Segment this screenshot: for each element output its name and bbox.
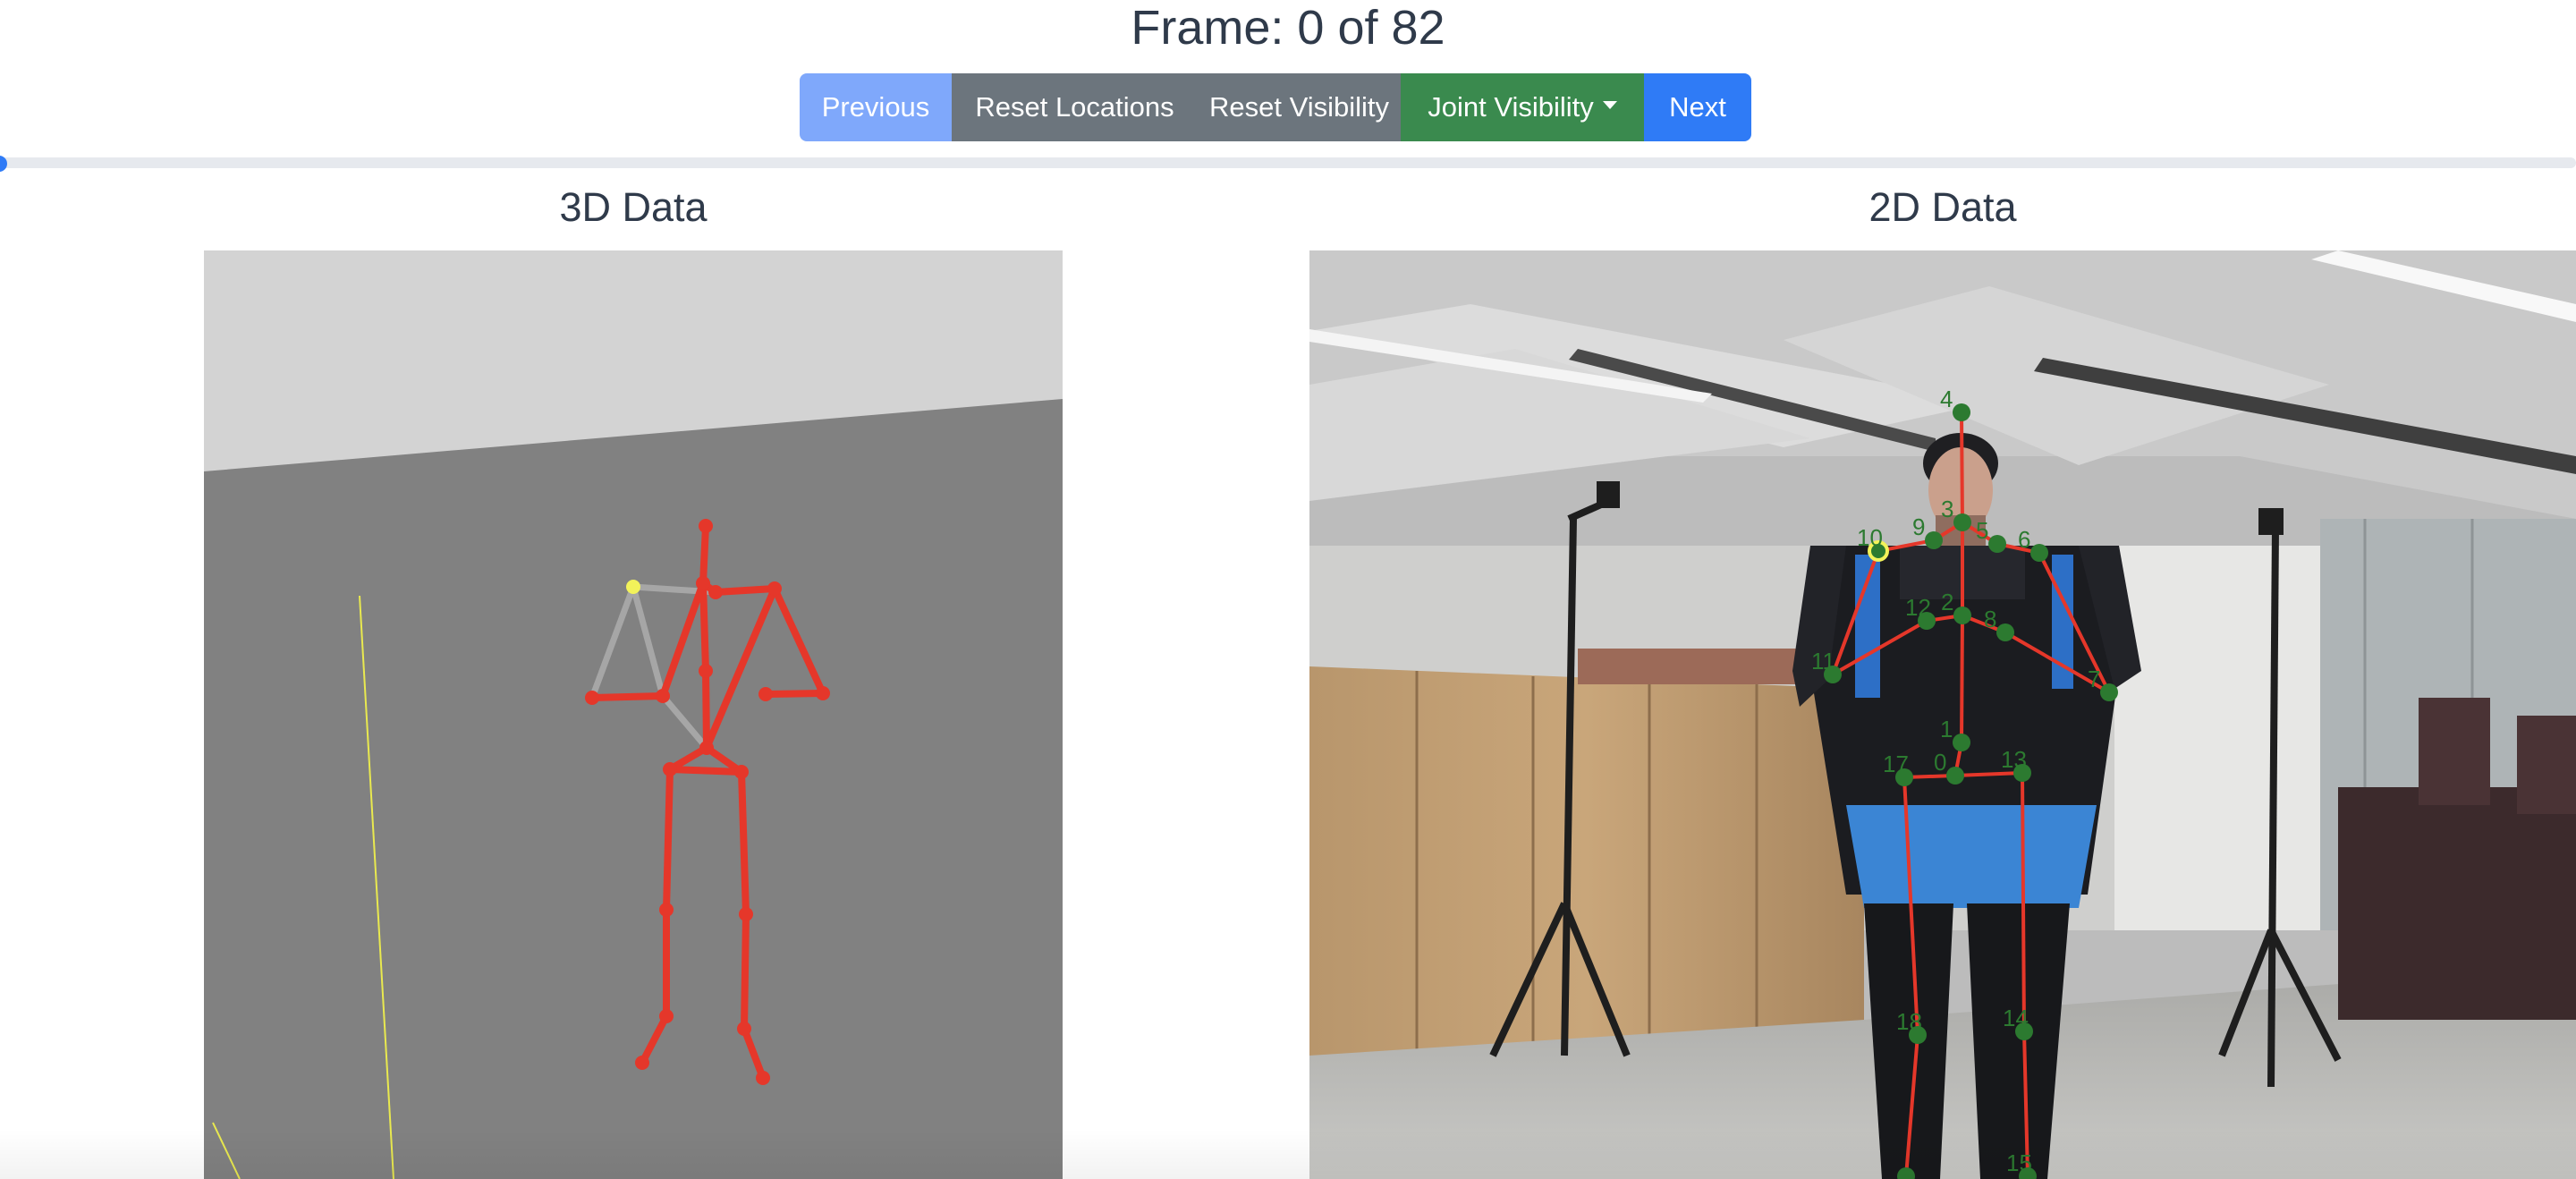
3d-joint-selected[interactable]: [626, 580, 640, 594]
3d-joint[interactable]: [816, 686, 830, 700]
3d-joint[interactable]: [767, 581, 782, 596]
caret-down-icon: [1602, 100, 1617, 109]
2d-joint-0[interactable]: [1946, 767, 1964, 785]
previous-button[interactable]: Previous: [800, 73, 952, 141]
2d-joint-label: 15: [2006, 1149, 2032, 1176]
3d-bone: [762, 690, 826, 698]
3d-joint[interactable]: [656, 689, 670, 703]
2d-joint-label: 0: [1934, 749, 1946, 776]
3d-bone: [702, 667, 710, 751]
2d-joint-5[interactable]: [1988, 535, 2006, 553]
2d-joint-label: 18: [1896, 1008, 1922, 1035]
3d-bone: [741, 911, 750, 1032]
2d-joint-label: 13: [2001, 746, 2027, 773]
3d-joint[interactable]: [696, 576, 710, 590]
3d-joint[interactable]: [659, 1009, 674, 1023]
3d-bone: [663, 766, 674, 913]
2d-joint-label: 10: [1857, 524, 1883, 551]
3d-joint[interactable]: [739, 907, 753, 921]
joint-visibility-dropdown[interactable]: Joint Visibility: [1401, 73, 1644, 141]
3d-joint[interactable]: [663, 762, 677, 776]
2d-joint-label: 5: [1976, 517, 1988, 544]
stacked-chairs: [2338, 787, 2576, 1020]
panel-title-3d: 3D Data: [559, 184, 708, 230]
2d-joint-1[interactable]: [1953, 734, 1970, 751]
3d-joint[interactable]: [585, 691, 599, 705]
3d-joint[interactable]: [659, 903, 674, 917]
2d-scene[interactable]: 012345 67891011121314151718: [1309, 250, 2576, 1179]
2d-joint-label: 2: [1941, 589, 1953, 615]
3d-joint[interactable]: [758, 687, 773, 701]
2d-joint-label: 3: [1941, 496, 1953, 522]
3d-bone: [699, 522, 709, 587]
2d-joint-label: 8: [1984, 606, 1996, 632]
2d-joint-4[interactable]: [1953, 403, 1970, 421]
2d-joint-label: 6: [2018, 526, 2030, 553]
2d-joint-9[interactable]: [1925, 531, 1943, 549]
chair-back-2: [2517, 716, 2576, 814]
2d-joint-label: 1: [1940, 716, 1953, 742]
3d-joint[interactable]: [635, 1056, 649, 1070]
2d-joint-2[interactable]: [1953, 606, 1971, 624]
2d-joint-6[interactable]: [2030, 544, 2048, 562]
slider-track[interactable]: [0, 157, 2576, 168]
3d-joint[interactable]: [708, 585, 723, 599]
2d-joint-label: 4: [1940, 386, 1953, 412]
3d-joint[interactable]: [699, 664, 713, 678]
2d-joint-7[interactable]: [2100, 683, 2118, 701]
chair-back: [2419, 698, 2490, 805]
2d-joint-label: 9: [1912, 513, 1925, 540]
2d-viewport[interactable]: 0 1 2 3 4 5 6 7 8 9 10 11 12 13 14 15 17 18: [1309, 250, 2576, 1179]
3d-joint[interactable]: [699, 741, 714, 755]
2d-joint-8[interactable]: [1996, 623, 2014, 641]
3d-joint[interactable]: [734, 765, 749, 779]
2d-joint-3[interactable]: [1953, 513, 1971, 531]
2d-bone: [2021, 772, 2026, 1032]
2d-joint-label: 12: [1905, 594, 1931, 621]
3d-bone: [666, 766, 745, 776]
panel-title-2d: 2D Data: [1868, 184, 2017, 230]
pillar: [2114, 546, 2320, 930]
3d-viewport[interactable]: [204, 250, 1063, 1179]
next-button[interactable]: Next: [1644, 73, 1751, 141]
frame-slider[interactable]: [0, 156, 2576, 172]
reset-visibility-button[interactable]: Reset Visibility: [1198, 73, 1401, 141]
toolbar: Previous Reset Locations Reset Visibilit…: [800, 73, 1751, 141]
3d-joint[interactable]: [699, 519, 713, 533]
3d-bone: [712, 585, 778, 596]
reset-locations-button[interactable]: Reset Locations: [952, 73, 1198, 141]
3d-bone: [738, 768, 750, 918]
wood-cabinets: [1309, 666, 1864, 1064]
3d-bone: [589, 692, 666, 701]
3d-joint[interactable]: [756, 1071, 770, 1085]
3d-bone: [699, 580, 709, 674]
3d-joint[interactable]: [737, 1022, 751, 1036]
joint-visibility-label: Joint Visibility: [1428, 91, 1594, 123]
2d-joint-label: 17: [1883, 751, 1909, 777]
2d-joint-label: 7: [2088, 666, 2100, 692]
3d-scene[interactable]: [204, 250, 1063, 1179]
2d-joint-label: 11: [1811, 648, 1835, 674]
frame-counter: Frame: 0 of 82: [1131, 1, 1445, 55]
2d-joint-label: 14: [2003, 1005, 2029, 1031]
